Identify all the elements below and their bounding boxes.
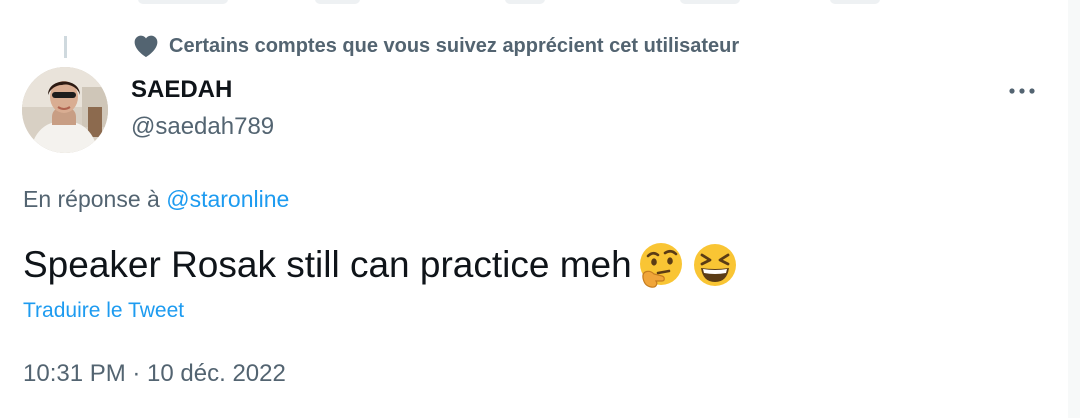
translate-tweet-link[interactable]: Traduire le Tweet: [23, 299, 184, 323]
display-name[interactable]: SAEDAH: [131, 76, 232, 104]
more-options-button[interactable]: [1002, 76, 1042, 106]
heart-icon: [133, 34, 159, 58]
more-icon: [1008, 82, 1036, 100]
previous-tweet-actions-faded: [0, 0, 1080, 10]
user-handle[interactable]: @saedah789: [131, 113, 274, 141]
reply-mention-link[interactable]: @staronline: [166, 186, 289, 212]
tweet-timestamp[interactable]: 10:31 PM · 10 déc. 2022: [23, 360, 286, 388]
social-context: Certains comptes que vous suivez appréci…: [133, 33, 739, 59]
avatar[interactable]: [22, 67, 108, 153]
thinking-face-emoji: [636, 240, 686, 290]
reply-prefix: En réponse à: [23, 186, 167, 212]
social-context-label: Certains comptes que vous suivez appréci…: [169, 34, 740, 57]
scrollbar-track[interactable]: [1068, 0, 1080, 418]
thread-connector-line: [64, 36, 67, 58]
tweet-text: Speaker Rosak still can practice meh: [23, 240, 740, 290]
tweet-body: Speaker Rosak still can practice meh: [23, 244, 632, 285]
reply-context: En réponse à @staronline: [23, 186, 289, 213]
grinning-squinting-face-emoji: [690, 240, 740, 290]
